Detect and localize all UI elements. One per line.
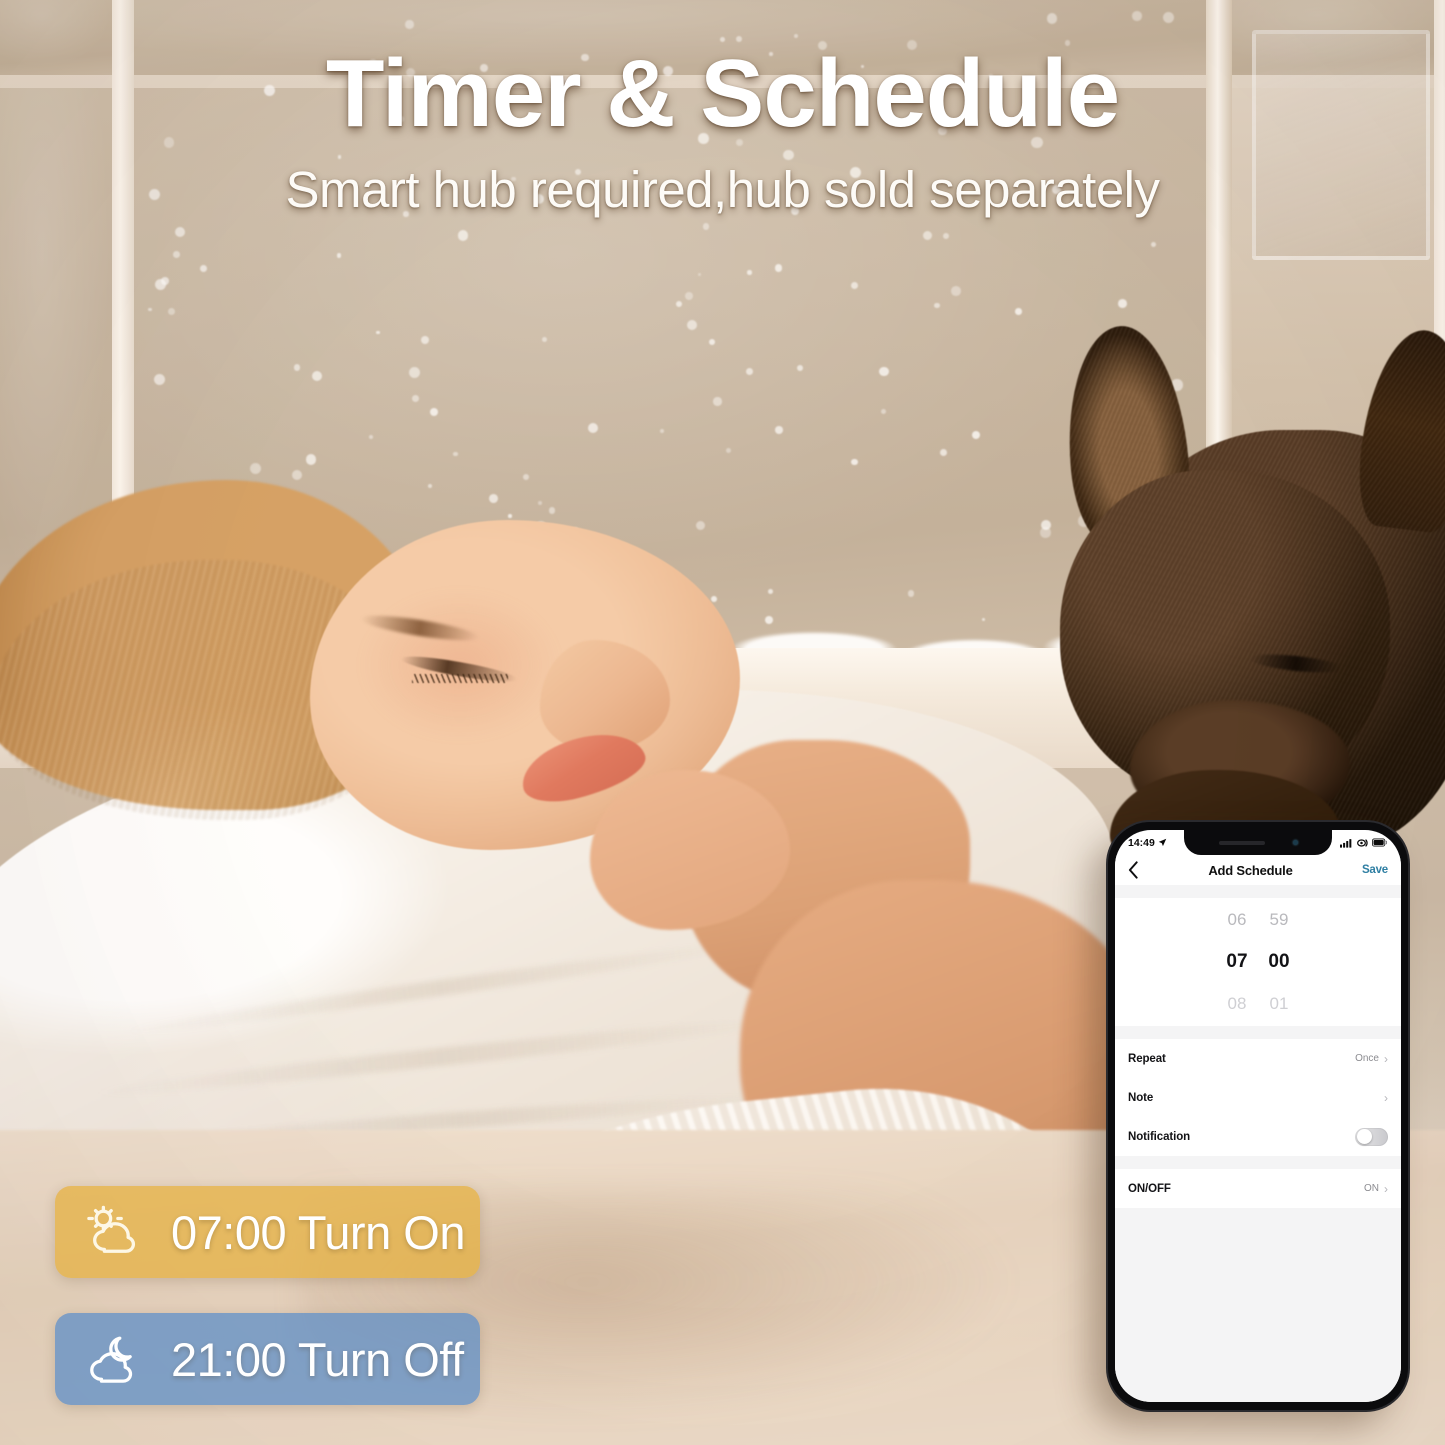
settings-row-accessory: › — [1379, 1092, 1388, 1104]
picker-row-next[interactable]: 08 01 — [1115, 983, 1401, 1025]
window-pane-top-middle — [128, 0, 1214, 75]
chevron-left-icon[interactable] — [1128, 861, 1139, 879]
phone-screen: 14:49 Add Schedule Save 06 59 07 00 08 0… — [1115, 830, 1401, 1402]
dog-ear-right — [1352, 324, 1445, 536]
picker-hour: 07 — [1226, 951, 1248, 972]
time-picker[interactable]: 06 59 07 00 08 01 — [1115, 885, 1401, 1039]
sleeping-child — [0, 440, 1238, 1445]
settings-row-label: Notification — [1128, 1130, 1191, 1143]
door-panel-molding — [1252, 30, 1430, 260]
location-arrow-icon — [1158, 838, 1167, 847]
sleeping-french-bulldog — [960, 300, 1445, 880]
chevron-right-icon: › — [1384, 1181, 1388, 1196]
battery-icon — [1372, 838, 1388, 847]
cellular-signal-icon — [1340, 838, 1352, 848]
earpiece-speaker-icon — [1218, 840, 1265, 845]
moon-behind-cloud-icon — [90, 1336, 133, 1383]
child-eyelashes — [412, 674, 508, 683]
settings-row-accessory: Once › — [1355, 1053, 1388, 1065]
notification-toggle[interactable] — [1355, 1127, 1388, 1146]
chevron-right-icon: › — [1384, 1090, 1388, 1105]
settings-row-value: ON — [1364, 1183, 1379, 1194]
schedule-badge-label: 21:00 Turn Off — [171, 1332, 464, 1386]
settings-row-notification[interactable]: Notification — [1115, 1117, 1401, 1156]
settings-row-repeat[interactable]: Repeat Once › — [1115, 1039, 1401, 1078]
status-bar-left: 14:49 — [1128, 837, 1167, 849]
schedule-badge-label: 07:00 Turn On — [171, 1205, 465, 1259]
settings-row-on-off[interactable]: ON/OFF ON › — [1115, 1169, 1401, 1208]
time-picker-wheel[interactable]: 06 59 07 00 08 01 — [1115, 898, 1401, 1026]
settings-row-label: Note — [1128, 1091, 1154, 1104]
settings-group-secondary: ON/OFF ON › — [1115, 1169, 1401, 1208]
settings-row-label: ON/OFF — [1128, 1182, 1171, 1195]
list-separator — [1115, 1156, 1401, 1169]
settings-row-accessory: ON › — [1364, 1183, 1388, 1195]
settings-row-label: Repeat — [1128, 1052, 1166, 1065]
settings-row-accessory — [1355, 1127, 1388, 1146]
picker-top-pad — [1115, 885, 1401, 898]
picker-hour: 08 — [1227, 994, 1247, 1013]
screen-empty-area — [1115, 1208, 1401, 1402]
settings-row-note[interactable]: Note › — [1115, 1078, 1401, 1117]
chevron-right-icon: › — [1384, 1051, 1388, 1066]
status-bar-time: 14:49 — [1128, 836, 1155, 849]
front-camera-icon — [1292, 840, 1298, 845]
picker-hour: 06 — [1227, 910, 1247, 929]
navigation-bar: Add Schedule Save — [1115, 855, 1401, 885]
status-bar-right — [1340, 838, 1388, 848]
schedule-badge-turn-off: 21:00 Turn Off — [55, 1313, 480, 1405]
picker-minute: 59 — [1269, 910, 1289, 929]
schedule-badge-turn-on: 07:00 Turn On — [55, 1186, 480, 1278]
picker-bottom-pad — [1115, 1026, 1401, 1039]
smartphone-mockup: 14:49 Add Schedule Save 06 59 07 00 08 0… — [1108, 822, 1408, 1410]
save-button[interactable]: Save — [1362, 864, 1388, 876]
phone-notch — [1184, 830, 1332, 855]
settings-group-primary: Repeat Once › Note › Notification — [1115, 1039, 1401, 1156]
picker-row-previous[interactable]: 06 59 — [1115, 899, 1401, 941]
picker-row-selected[interactable]: 07 00 — [1115, 941, 1401, 983]
settings-row-value: Once — [1355, 1053, 1379, 1064]
picker-minute: 01 — [1269, 994, 1289, 1013]
sun-behind-cloud-icon — [87, 1205, 136, 1253]
page-title: Add Schedule — [1208, 862, 1293, 878]
window-pane-top-left — [0, 0, 120, 75]
picker-minute: 00 — [1268, 951, 1290, 972]
network-icon — [1357, 838, 1368, 847]
